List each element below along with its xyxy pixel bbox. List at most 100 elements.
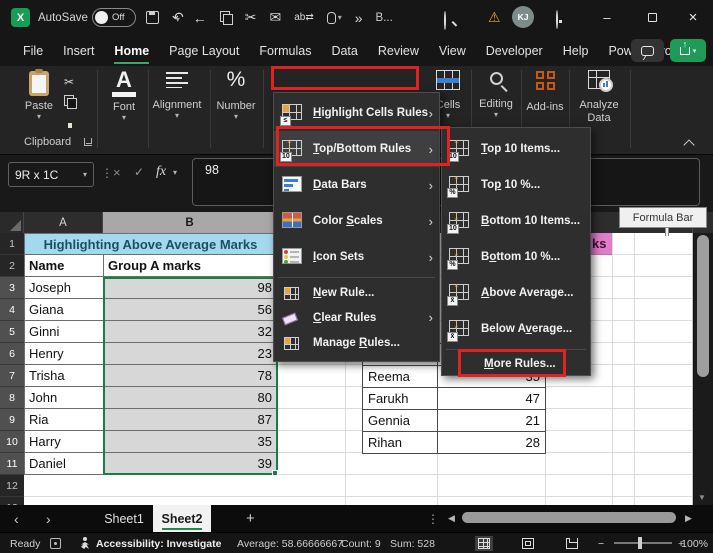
scroll-down-icon[interactable]: ▼	[698, 493, 706, 502]
excel-logo-icon[interactable]: X	[11, 8, 30, 27]
row-header[interactable]: 6	[0, 343, 24, 365]
cell-name[interactable]: Giana	[25, 299, 104, 321]
insert-function-icon[interactable]: fx	[156, 164, 166, 180]
qat-overflow-icon[interactable]: »	[355, 10, 363, 26]
search-icon[interactable]	[444, 12, 446, 30]
sheet-nav-right-icon[interactable]: ›	[46, 505, 51, 532]
vertical-scrollbar-thumb[interactable]	[697, 235, 709, 377]
cancel-icon[interactable]: ×	[113, 165, 121, 180]
cell-mark[interactable]: 32	[104, 321, 278, 343]
row-header[interactable]: 1	[0, 233, 24, 255]
cell-name-header[interactable]: Name	[25, 255, 104, 277]
tab-insert[interactable]: Insert	[53, 35, 104, 66]
status-count[interactable]: Count: 9	[341, 533, 381, 553]
avatar[interactable]: KJ	[512, 6, 534, 28]
view-normal-button[interactable]	[475, 536, 493, 551]
font-group-button[interactable]: A Font ▾	[103, 69, 145, 122]
email-icon[interactable]: ✉	[269, 9, 281, 26]
select-all-corner[interactable]	[0, 212, 24, 233]
cell-name[interactable]: Gennia	[363, 410, 438, 432]
zoom-slider-thumb[interactable]	[638, 537, 642, 549]
tab-scroll-dots-icon[interactable]: ⋮	[427, 505, 439, 532]
share-button[interactable]: ▾	[670, 39, 706, 62]
cell-name[interactable]: Daniel	[25, 453, 104, 475]
cell-mark[interactable]: 21	[438, 410, 546, 432]
row-header[interactable]: 12	[0, 475, 24, 497]
submenu-item-more-rules[interactable]: More Rules...	[442, 352, 590, 376]
sheet-tab-sheet1[interactable]: Sheet1	[95, 505, 153, 532]
menu-item-color-scales[interactable]: Color Scales ›	[274, 203, 439, 239]
cell-mark[interactable]: 87	[104, 409, 278, 431]
cut-button[interactable]: ✂	[64, 75, 74, 89]
cell-mark[interactable]: 56	[104, 299, 278, 321]
horizontal-scrollbar-thumb[interactable]	[462, 512, 676, 523]
separator-dots-icon[interactable]: ⋮	[101, 166, 113, 180]
menu-item-icon-sets[interactable]: Icon Sets ›	[274, 239, 439, 275]
row-header[interactable]: 7	[0, 365, 24, 387]
save-icon[interactable]	[146, 11, 159, 24]
zoom-out-button[interactable]: −	[598, 533, 604, 553]
row-header[interactable]: 13	[0, 497, 24, 505]
cell-mark[interactable]: 39	[104, 453, 278, 475]
autosave-toggle[interactable]: Off	[92, 8, 136, 27]
tab-help[interactable]: Help	[553, 35, 599, 66]
vertical-scrollbar[interactable]: ▼	[694, 233, 713, 505]
row-header[interactable]: 8	[0, 387, 24, 409]
cell-name[interactable]: John	[25, 387, 104, 409]
column-header-a[interactable]: A	[24, 212, 103, 233]
replace-icon[interactable]: ab⇄	[294, 12, 314, 23]
touch-mode-icon[interactable]: ▾	[327, 12, 342, 24]
tab-review[interactable]: Review	[368, 35, 429, 66]
close-button[interactable]: ×	[678, 0, 708, 35]
scroll-left-icon[interactable]: ◀	[448, 505, 455, 532]
cell-name[interactable]: Ria	[25, 409, 104, 431]
enter-check-icon[interactable]: ✓	[134, 165, 144, 179]
sheet-nav-left-icon[interactable]: ‹	[14, 505, 19, 532]
submenu-item-below-average[interactable]: ↓x̄ Below Average...	[442, 311, 590, 347]
back-icon[interactable]: ←	[193, 10, 207, 26]
view-page-layout-button[interactable]	[519, 536, 537, 551]
cell-name[interactable]: Trisha	[25, 365, 104, 387]
row-header[interactable]: 11	[0, 453, 24, 475]
cell-name[interactable]: Reema	[363, 366, 438, 388]
cell-a1-title[interactable]: Highlighting Above Average Marks	[24, 233, 277, 255]
submenu-item-bottom-10-percent[interactable]: ↓% Bottom 10 %...	[442, 239, 590, 275]
row-header[interactable]: 4	[0, 299, 24, 321]
menu-item-manage-rules[interactable]: Manage Rules...	[274, 330, 439, 355]
row-header[interactable]: 9	[0, 409, 24, 431]
column-header-b[interactable]: B	[103, 212, 277, 233]
status-sum[interactable]: Sum: 528	[390, 533, 435, 553]
number-group-button[interactable]: % Number ▾	[213, 68, 259, 121]
submenu-item-top-10-percent[interactable]: ↑% Top 10 %...	[442, 167, 590, 203]
submenu-item-bottom-10-items[interactable]: ↓10 Bottom 10 Items...	[442, 203, 590, 239]
undo-icon[interactable]: ↶▾	[172, 9, 180, 26]
cell-mark[interactable]: 78	[104, 365, 278, 387]
view-page-break-button[interactable]	[563, 536, 581, 551]
editing-group-button[interactable]: Editing ▾	[474, 70, 518, 119]
lightbulb-icon[interactable]	[556, 11, 558, 29]
tab-file[interactable]: File	[13, 35, 53, 66]
tab-home[interactable]: Home	[104, 35, 159, 66]
tab-page-layout[interactable]: Page Layout	[159, 35, 249, 66]
minimize-button[interactable]: –	[592, 0, 622, 35]
row-header[interactable]: 5	[0, 321, 24, 343]
analyze-data-button[interactable]: Analyze Data	[572, 70, 626, 125]
cell-name[interactable]: Harry	[25, 431, 104, 453]
cell-mark[interactable]: 23	[104, 343, 278, 365]
submenu-item-top-10-items[interactable]: ↑10 Top 10 Items...	[442, 131, 590, 167]
addins-button[interactable]: Add-ins	[524, 71, 566, 113]
tab-view[interactable]: View	[429, 35, 476, 66]
copy-icon[interactable]	[220, 11, 232, 24]
menu-item-highlight-cells-rules[interactable]: ≤ Highlight Cells Rules ›	[274, 95, 439, 131]
menu-item-top-bottom-rules[interactable]: ↑10 Top/Bottom Rules ›	[274, 131, 439, 167]
row-header[interactable]: 2	[0, 255, 24, 277]
clipboard-dialog-launcher-icon[interactable]	[84, 138, 92, 146]
cell-mark[interactable]: 35	[104, 431, 278, 453]
menu-item-clear-rules[interactable]: Clear Rules ›	[274, 305, 439, 330]
maximize-button[interactable]	[637, 0, 667, 35]
zoom-slider-track[interactable]	[614, 542, 672, 544]
cell-name[interactable]: Joseph	[25, 277, 104, 299]
cut-icon[interactable]: ✂	[245, 9, 257, 26]
tab-formulas[interactable]: Formulas	[249, 35, 321, 66]
comments-button[interactable]	[631, 39, 664, 62]
